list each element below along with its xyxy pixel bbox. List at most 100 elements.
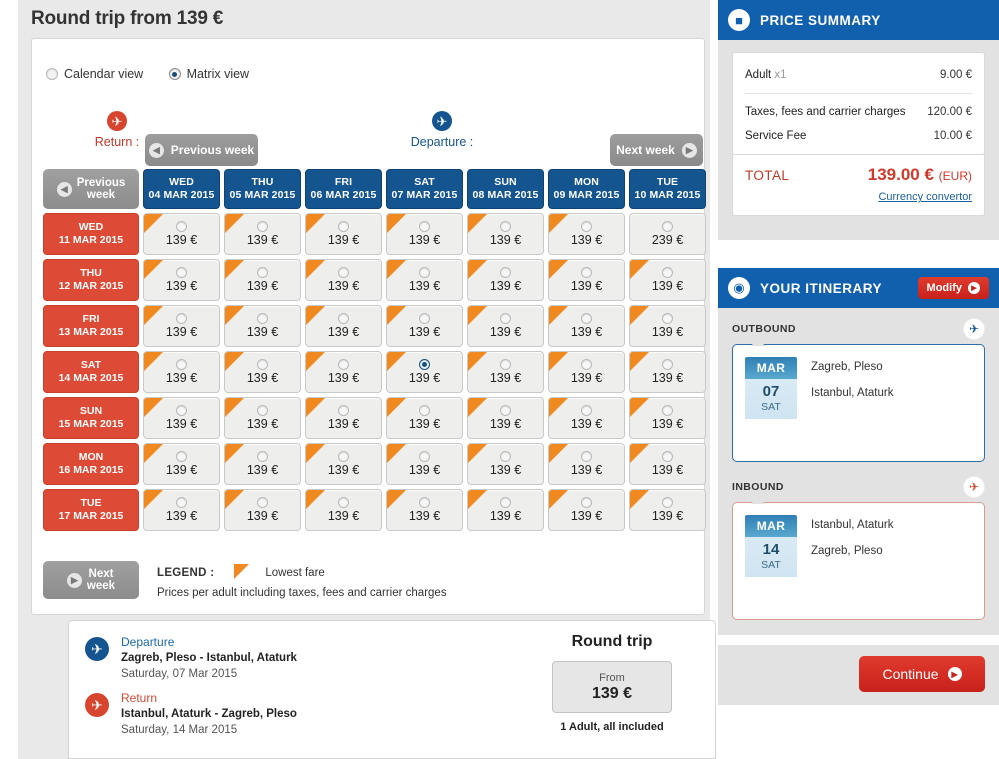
fare-cell-radio[interactable] (662, 221, 673, 232)
outbound-card[interactable]: MAR 07 SAT Zagreb, Pleso Istanbul, Atatu… (732, 338, 985, 462)
fare-cell-radio[interactable] (419, 497, 430, 508)
fare-cell-radio[interactable] (338, 221, 349, 232)
fare-cell[interactable]: 139 € (548, 259, 625, 301)
fare-cell-radio[interactable] (581, 313, 592, 324)
fare-cell[interactable]: 139 € (467, 305, 544, 347)
fare-cell[interactable]: 139 € (305, 489, 382, 531)
fare-cell[interactable]: 139 € (386, 397, 463, 439)
fare-cell[interactable]: 139 € (386, 351, 463, 393)
fare-cell[interactable]: 139 € (629, 305, 706, 347)
fare-cell[interactable]: 139 € (305, 351, 382, 393)
fare-cell[interactable]: 139 € (224, 489, 301, 531)
fare-cell[interactable]: 139 € (305, 305, 382, 347)
fare-cell[interactable]: 139 € (629, 489, 706, 531)
fare-cell[interactable]: 139 € (305, 213, 382, 255)
fare-cell-radio[interactable] (500, 313, 511, 324)
fare-cell-radio[interactable] (500, 405, 511, 416)
fare-cell-radio[interactable] (257, 221, 268, 232)
continue-button[interactable]: Continue ▶ (859, 656, 985, 692)
fare-cell[interactable]: 139 € (224, 351, 301, 393)
fare-cell-radio[interactable] (500, 359, 511, 370)
calendar-view-option[interactable]: Calendar view (46, 67, 143, 81)
fare-cell[interactable]: 139 € (305, 397, 382, 439)
fare-cell[interactable]: 139 € (467, 443, 544, 485)
previous-week-button-corner[interactable]: ◀ Previous week (43, 169, 139, 209)
fare-cell-radio[interactable] (662, 451, 673, 462)
fare-cell[interactable]: 139 € (629, 443, 706, 485)
fare-cell-radio[interactable] (419, 221, 430, 232)
fare-cell-radio[interactable] (176, 497, 187, 508)
fare-cell[interactable]: 139 € (224, 397, 301, 439)
currency-convertor-link[interactable]: Currency convertor (878, 191, 972, 203)
fare-cell[interactable]: 139 € (305, 259, 382, 301)
modify-button[interactable]: Modify ▶ (917, 277, 989, 299)
fare-cell[interactable]: 139 € (467, 259, 544, 301)
fare-cell[interactable]: 139 € (629, 259, 706, 301)
fare-cell-radio[interactable] (257, 497, 268, 508)
fare-cell[interactable]: 139 € (467, 351, 544, 393)
fare-cell-radio[interactable] (176, 405, 187, 416)
fare-cell-radio[interactable] (176, 451, 187, 462)
fare-cell[interactable]: 139 € (548, 305, 625, 347)
fare-cell-radio[interactable] (500, 267, 511, 278)
fare-cell-radio[interactable] (257, 313, 268, 324)
fare-cell-radio[interactable] (419, 451, 430, 462)
next-week-button-top[interactable]: Next week ▶ (610, 134, 703, 166)
fare-cell[interactable]: 139 € (467, 489, 544, 531)
matrix-view-option[interactable]: Matrix view (168, 67, 249, 81)
fare-cell[interactable]: 139 € (386, 443, 463, 485)
fare-cell[interactable]: 139 € (386, 259, 463, 301)
inbound-card[interactable]: MAR 14 SAT Istanbul, Ataturk Zagreb, Ple… (732, 496, 985, 620)
fare-cell-radio[interactable] (257, 359, 268, 370)
fare-cell[interactable]: 139 € (305, 443, 382, 485)
fare-cell-radio[interactable] (581, 267, 592, 278)
next-week-button-corner[interactable]: ▶ Next week (43, 561, 139, 599)
fare-cell-radio[interactable] (419, 405, 430, 416)
fare-cell[interactable]: 139 € (548, 397, 625, 439)
matrix-view-radio[interactable] (168, 68, 181, 80)
fare-cell-radio[interactable] (581, 405, 592, 416)
fare-cell[interactable]: 139 € (224, 305, 301, 347)
fare-cell-radio[interactable] (338, 313, 349, 324)
fare-cell-radio[interactable] (338, 359, 349, 370)
fare-cell-radio[interactable] (338, 451, 349, 462)
fare-cell[interactable]: 139 € (548, 351, 625, 393)
fare-cell-radio[interactable] (176, 359, 187, 370)
fare-cell[interactable]: 139 € (629, 351, 706, 393)
fare-cell-radio[interactable] (176, 267, 187, 278)
fare-cell-radio[interactable] (662, 497, 673, 508)
fare-cell-radio[interactable] (662, 405, 673, 416)
fare-cell-radio[interactable] (581, 221, 592, 232)
fare-cell-radio[interactable] (500, 451, 511, 462)
fare-cell-radio[interactable] (419, 267, 430, 278)
fare-cell-radio[interactable] (338, 267, 349, 278)
fare-cell-radio[interactable] (662, 313, 673, 324)
fare-cell[interactable]: 139 € (143, 305, 220, 347)
fare-cell[interactable]: 239 € (629, 213, 706, 255)
calendar-view-radio[interactable] (46, 68, 58, 80)
fare-cell-radio[interactable] (338, 497, 349, 508)
fare-cell[interactable]: 139 € (224, 259, 301, 301)
fare-cell[interactable]: 139 € (386, 305, 463, 347)
fare-cell[interactable]: 139 € (143, 351, 220, 393)
fare-cell[interactable]: 139 € (224, 213, 301, 255)
fare-cell-radio[interactable] (338, 405, 349, 416)
fare-cell-radio[interactable] (500, 221, 511, 232)
fare-cell-radio[interactable] (662, 359, 673, 370)
fare-cell-radio[interactable] (257, 405, 268, 416)
fare-cell-radio[interactable] (581, 497, 592, 508)
fare-cell-radio[interactable] (581, 359, 592, 370)
fare-cell[interactable]: 139 € (143, 213, 220, 255)
fare-cell-radio[interactable] (176, 221, 187, 232)
fare-cell-radio[interactable] (419, 313, 430, 324)
fare-cell[interactable]: 139 € (143, 259, 220, 301)
previous-week-button-top[interactable]: ◀ Previous week (145, 134, 258, 166)
fare-cell[interactable]: 139 € (548, 489, 625, 531)
fare-cell[interactable]: 139 € (467, 213, 544, 255)
fare-cell[interactable]: 139 € (629, 397, 706, 439)
fare-cell-radio[interactable] (419, 359, 430, 370)
fare-cell[interactable]: 139 € (386, 489, 463, 531)
fare-cell[interactable]: 139 € (143, 397, 220, 439)
fare-cell[interactable]: 139 € (548, 443, 625, 485)
fare-cell-radio[interactable] (176, 313, 187, 324)
